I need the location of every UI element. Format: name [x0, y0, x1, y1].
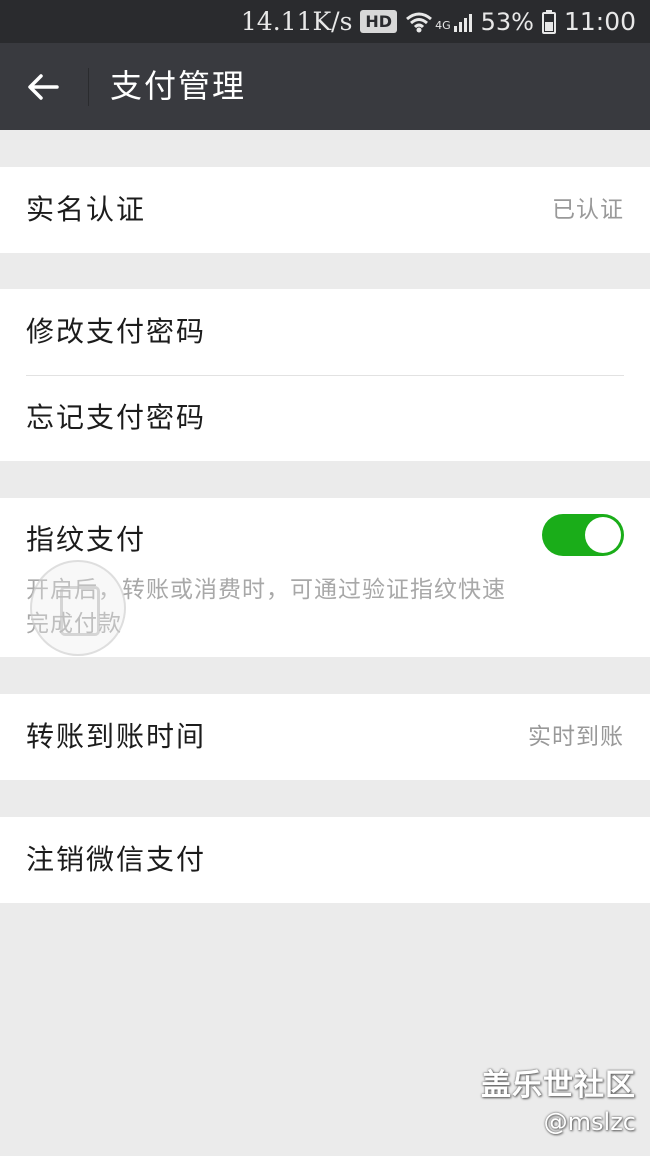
transfer-time-row[interactable]: 转账到账时间 实时到账 [0, 694, 650, 780]
action-bar: 支付管理 [0, 43, 650, 130]
real-name-row[interactable]: 实名认证 已认证 [0, 167, 650, 253]
status-bar: 14.11K/s HD 4G 53% 11:00 [0, 0, 650, 43]
cancel-wechat-pay-row[interactable]: 注销微信支付 [0, 817, 650, 903]
network-speed: 14.11K/s [240, 7, 353, 36]
group-cancel: 注销微信支付 [0, 817, 650, 903]
header-divider [88, 68, 89, 106]
page-title: 支付管理 [110, 67, 247, 105]
battery-icon [541, 9, 556, 34]
network-type-label: 4G [435, 18, 451, 32]
wifi-icon [406, 12, 433, 32]
forgot-password-label: 忘记支付密码 [26, 401, 207, 434]
back-button[interactable] [18, 63, 68, 111]
arrow-left-icon [28, 74, 59, 100]
group-transfer: 转账到账时间 实时到账 [0, 694, 650, 780]
real-name-status: 已认证 [552, 197, 624, 223]
real-name-label: 实名认证 [26, 193, 147, 226]
watermark-title: 盖乐世社区 [481, 1068, 636, 1103]
assistive-touch-icon[interactable] [30, 560, 126, 656]
group-fingerprint: 指纹支付 开启后，转账或消费时，可通过验证指纹快速完成付款 [0, 498, 650, 657]
cell-signal-icon [453, 13, 472, 32]
transfer-time-label: 转账到账时间 [26, 720, 207, 753]
battery-percent: 53% [480, 7, 534, 36]
change-password-row[interactable]: 修改支付密码 [0, 289, 650, 375]
forgot-password-row[interactable]: 忘记支付密码 [0, 375, 650, 461]
group-verification: 实名认证 已认证 [0, 167, 650, 253]
signal-icons: 4G [405, 11, 473, 33]
toggle-knob [585, 517, 621, 553]
fingerprint-toggle[interactable] [542, 514, 624, 556]
watermark: 盖乐世社区 @mslzc [481, 1060, 636, 1136]
hd-badge: HD [360, 10, 398, 33]
transfer-time-value: 实时到账 [528, 724, 624, 750]
fingerprint-label: 指纹支付 [26, 523, 147, 556]
status-bar-right: 14.11K/s HD 4G 53% 11:00 [241, 0, 636, 43]
watermark-handle: @mslzc [543, 1108, 636, 1136]
cancel-wechat-pay-label: 注销微信支付 [26, 843, 207, 876]
group-password: 修改支付密码 忘记支付密码 [0, 289, 650, 461]
clock: 11:00 [563, 7, 636, 36]
change-password-label: 修改支付密码 [26, 315, 207, 348]
